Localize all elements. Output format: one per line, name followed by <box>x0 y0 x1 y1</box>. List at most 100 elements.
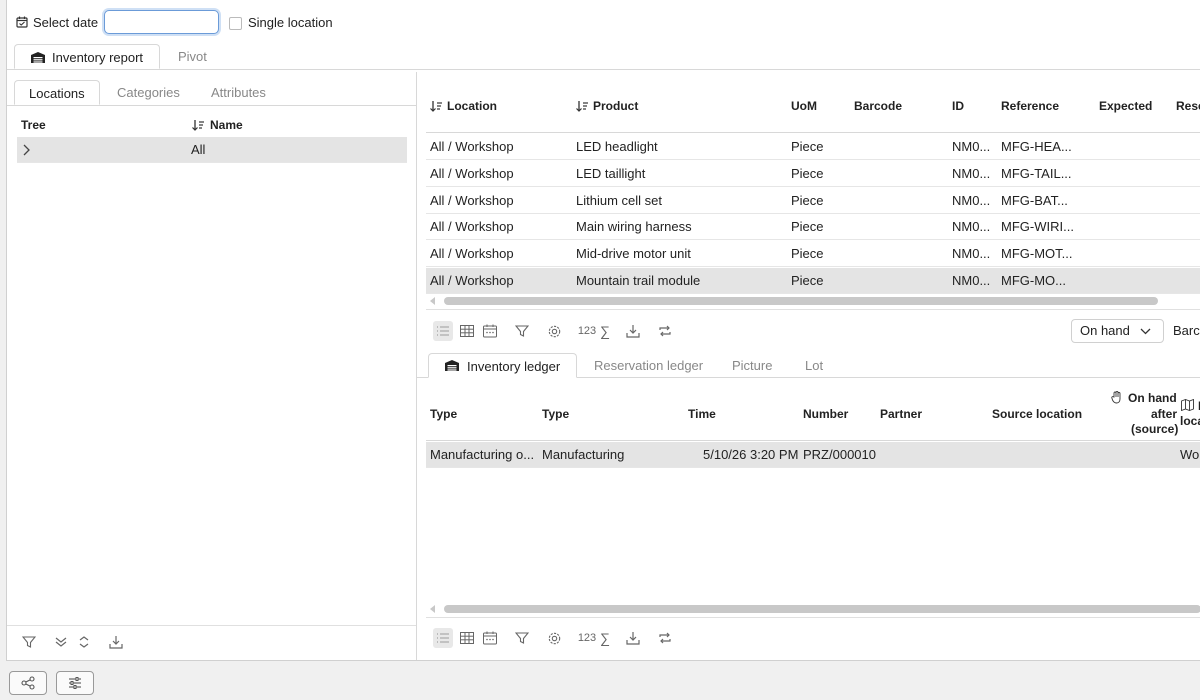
ledger-cell-time: 5/10/26 3:20 PM <box>703 447 799 462</box>
download-icon[interactable] <box>623 628 643 648</box>
report-cell-reference: MFG-HEA... <box>1001 139 1072 154</box>
download-icon[interactable] <box>623 321 643 341</box>
tab-lot[interactable]: Lot <box>791 353 837 378</box>
tab-attributes[interactable]: Attributes <box>197 80 280 105</box>
sort-icon[interactable] <box>192 119 205 131</box>
share-button[interactable] <box>9 671 47 695</box>
expected-column-header[interactable]: Expected <box>1099 99 1152 113</box>
ledger-type-column-header[interactable]: Type <box>430 407 457 421</box>
ledger-partner-column-header[interactable]: Partner <box>880 407 922 421</box>
sum-icon[interactable]: ∑ <box>595 628 615 648</box>
scroll-left-arrow[interactable] <box>430 297 435 305</box>
ledger-type2-column-header[interactable]: Type <box>542 407 569 421</box>
settings-sliders-button[interactable] <box>56 671 94 695</box>
report-cell-location: All / Workshop <box>430 192 514 208</box>
ledger-source-location-column-header[interactable]: Source location <box>992 407 1082 421</box>
tree-column-header[interactable]: Tree <box>21 118 46 132</box>
tab-inventory-ledger-label: Inventory ledger <box>467 359 561 374</box>
table-row[interactable]: All / Workshop Lithium cell set Piece NM0..… <box>426 188 1200 214</box>
product-column-header[interactable]: Product <box>593 99 638 113</box>
calendar-view-icon[interactable] <box>480 628 500 648</box>
grid-view-icon[interactable] <box>457 628 477 648</box>
report-cell-uom: Piece <box>791 139 824 154</box>
single-location-label: Single location <box>248 15 333 30</box>
uom-column-header[interactable]: UoM <box>791 99 817 113</box>
report-cell-product: Lithium cell set <box>576 192 662 208</box>
ledger-row[interactable]: Manufacturing o... Manufacturing 5/10/26… <box>426 442 1200 468</box>
list-view-icon[interactable] <box>433 628 453 648</box>
single-location-checkbox[interactable] <box>229 17 242 30</box>
name-column-header[interactable]: Name <box>210 118 243 132</box>
report-cell-product: LED taillight <box>576 165 646 181</box>
measure-select[interactable]: On hand <box>1071 319 1164 343</box>
filter-icon[interactable] <box>19 632 39 652</box>
horizontal-scrollbar[interactable] <box>444 297 1158 305</box>
report-cell-product: Mid-drive motor unit <box>576 246 691 262</box>
expand-all-icon[interactable] <box>74 632 94 652</box>
report-cell-uom: Piece <box>791 246 824 262</box>
report-cell-id: NM0... <box>952 165 991 181</box>
tab-pivot[interactable]: Pivot <box>164 44 221 69</box>
ledger-dest-header-line2: loca <box>1180 414 1200 428</box>
scroll-left-arrow[interactable] <box>430 605 435 613</box>
collapse-all-icon[interactable] <box>51 632 71 652</box>
table-row[interactable]: All / Workshop Mountain trail module Piece… <box>426 268 1200 294</box>
tree-row[interactable]: All <box>17 137 407 163</box>
tab-inventory-report[interactable]: Inventory report <box>14 44 160 69</box>
report-cell-uom: Piece <box>791 192 824 208</box>
gear-icon[interactable] <box>544 628 564 648</box>
reference-column-header[interactable]: Reference <box>1001 99 1059 113</box>
report-cell-uom: Piece <box>791 165 824 181</box>
ledger-cell-dest: Wo <box>1180 447 1200 462</box>
table-row[interactable]: All / Workshop Main wiring harness Piece NM… <box>426 214 1200 241</box>
grid-view-icon[interactable] <box>457 321 477 341</box>
sum-icon[interactable]: ∑ <box>595 321 615 341</box>
measure-select-value: On hand <box>1080 323 1130 338</box>
filter-icon[interactable] <box>512 321 532 341</box>
report-cell-product: Mountain trail module <box>576 273 701 288</box>
table-row[interactable]: All / Workshop LED headlight Piece NM0... MF… <box>426 134 1200 160</box>
tab-locations[interactable]: Locations <box>14 80 100 105</box>
sliders-icon <box>68 677 82 689</box>
filter-icon[interactable] <box>512 628 532 648</box>
ledger-time-column-header[interactable]: Time <box>688 407 716 421</box>
report-cell-product: LED headlight <box>576 139 658 154</box>
id-column-header[interactable]: ID <box>952 99 964 113</box>
main-tabs: Inventory report Pivot <box>7 44 1200 70</box>
report-cell-reference: MFG-WIRI... <box>1001 219 1074 235</box>
tab-reservation-ledger[interactable]: Reservation ledger <box>580 353 717 378</box>
ledger-tabs: Inventory ledger Reservation ledger Pict… <box>417 353 1200 378</box>
reserved-column-header[interactable]: Rese <box>1176 99 1200 113</box>
tab-pivot-label: Pivot <box>178 49 207 64</box>
report-cell-reference: MFG-MOT... <box>1001 246 1073 262</box>
refresh-icon[interactable] <box>655 321 675 341</box>
refresh-icon[interactable] <box>655 628 675 648</box>
tab-lot-label: Lot <box>805 358 824 373</box>
tab-inventory-ledger[interactable]: Inventory ledger <box>428 353 577 378</box>
horizontal-scrollbar[interactable] <box>444 605 1200 613</box>
tab-picture[interactable]: Picture <box>718 353 786 378</box>
table-row[interactable]: All / Workshop Mid-drive motor unit Piece N… <box>426 241 1200 268</box>
ledger-on-hand-header-line1[interactable]: On hand <box>1128 391 1177 405</box>
sort-icon[interactable] <box>576 100 589 112</box>
calendar-view-icon[interactable] <box>480 321 500 341</box>
ledger-cell-type: Manufacturing o... <box>430 447 535 462</box>
date-input[interactable] <box>104 10 219 34</box>
list-view-icon[interactable] <box>433 321 453 341</box>
barcode-column-header[interactable]: Barcode <box>854 99 902 113</box>
sort-icon[interactable] <box>430 100 443 112</box>
right-panel: Location Product UoM Barcode ID Referenc… <box>417 72 1200 660</box>
chevron-right-icon[interactable] <box>22 144 30 156</box>
report-cell-reference: MFG-TAIL... <box>1001 165 1072 181</box>
gear-icon[interactable] <box>544 321 564 341</box>
download-icon[interactable] <box>106 632 126 652</box>
tree-row-name: All <box>191 142 206 157</box>
table-row[interactable]: All / Workshop LED taillight Piece NM0... MF… <box>426 161 1200 187</box>
warehouse-icon <box>30 51 46 64</box>
report-cell-location: All / Workshop <box>430 273 514 288</box>
tab-categories[interactable]: Categories <box>103 80 194 105</box>
ledger-number-column-header[interactable]: Number <box>803 407 848 421</box>
location-column-header[interactable]: Location <box>447 99 497 113</box>
divider <box>426 617 1200 618</box>
report-cell-id: NM0... <box>952 273 991 288</box>
